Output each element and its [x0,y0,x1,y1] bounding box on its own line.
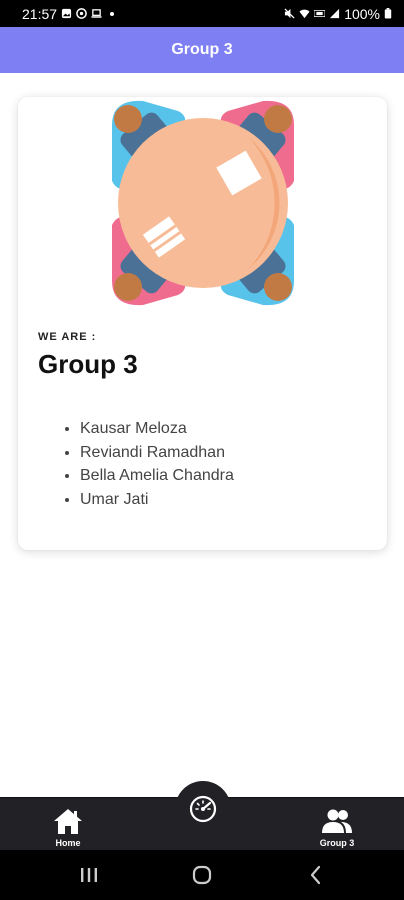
dashboard-button[interactable] [175,781,231,837]
status-right: 100% [284,6,392,22]
signal-icon [330,8,340,19]
app-bar: Group 3 [0,27,404,73]
dot-icon [110,11,115,16]
member-list: Kausar Meloza Reviandi Ramadhan Bella Am… [62,417,234,511]
status-bar: 21:57 100% [0,0,404,27]
page-title: Group 3 [171,41,233,58]
home-icon [54,809,82,834]
group-card: WE ARE : Group 3 Kausar Meloza Reviandi … [18,97,387,550]
nav-item-home[interactable]: Home [28,798,108,851]
status-left: 21:57 [22,5,115,22]
nav-group-label: Group 3 [319,838,355,848]
list-item: Umar Jati [80,488,234,512]
card-eyebrow: WE ARE : [38,331,97,343]
battery-icon [384,8,392,19]
laptop-icon [91,9,102,18]
team-meeting-illustration [112,100,294,306]
list-item: Kausar Meloza [80,417,234,441]
mute-icon [284,8,295,19]
nav-item-group[interactable]: Group 3 [297,798,377,851]
system-nav-bar [0,850,404,900]
table-shape [118,118,288,288]
whatsapp-icon [76,8,87,19]
battery-percent: 100% [344,5,380,22]
list-item: Bella Amelia Chandra [80,464,234,488]
wifi-icon [299,9,310,19]
recent-apps-icon[interactable] [77,863,101,887]
home-circle-icon[interactable] [190,863,214,887]
gallery-icon [61,8,72,19]
back-icon[interactable] [304,863,328,887]
group-icon [322,809,352,833]
group-title: Group 3 [38,349,138,379]
volte-icon [314,9,326,18]
nav-home-label: Home [55,838,81,848]
speedometer-icon [189,795,217,823]
status-time: 21:57 [22,5,58,22]
list-item: Reviandi Ramadhan [80,441,234,465]
